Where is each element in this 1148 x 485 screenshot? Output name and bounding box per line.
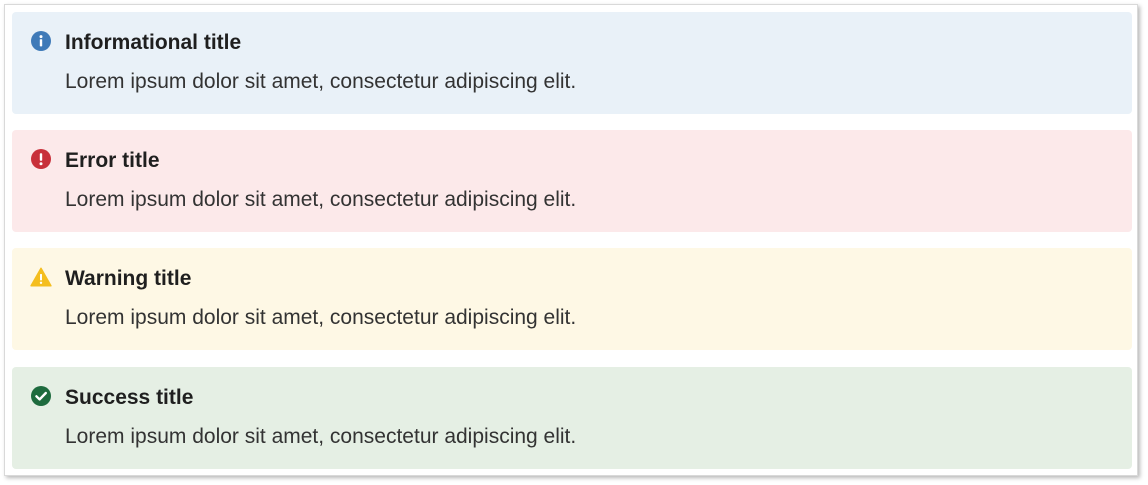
alert-error-message: Lorem ipsum dolor sit amet, consectetur … (65, 188, 577, 211)
alert-info-title: Informational title (65, 31, 242, 54)
warning-triangle-icon (30, 266, 52, 288)
check-circle-icon (30, 385, 52, 407)
alert-error: Error title Lorem ipsum dolor sit amet, … (12, 130, 1132, 232)
alert-success-message: Lorem ipsum dolor sit amet, consectetur … (65, 425, 577, 448)
alert-success-title: Success title (65, 386, 194, 409)
alert-warning: Warning title Lorem ipsum dolor sit amet… (12, 248, 1132, 350)
alert-info: Informational title Lorem ipsum dolor si… (12, 12, 1132, 114)
alert-error-title: Error title (65, 149, 160, 172)
alert-warning-title: Warning title (65, 267, 192, 290)
alert-success: Success title Lorem ipsum dolor sit amet… (12, 367, 1132, 469)
exclamation-circle-icon (30, 148, 52, 170)
alerts-panel: Informational title Lorem ipsum dolor si… (4, 4, 1138, 476)
info-circle-icon (30, 30, 52, 52)
alert-warning-message: Lorem ipsum dolor sit amet, consectetur … (65, 306, 577, 329)
alert-info-message: Lorem ipsum dolor sit amet, consectetur … (65, 70, 577, 93)
